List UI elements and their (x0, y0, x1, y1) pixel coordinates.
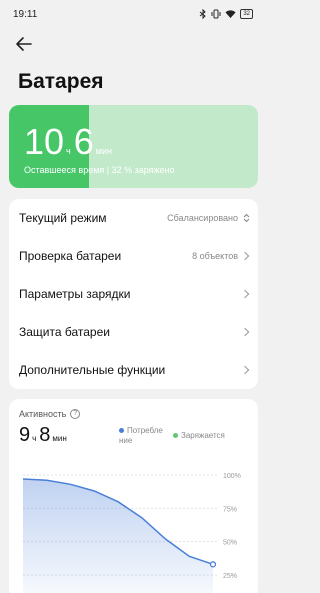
legend-consumption: Потребле ние (119, 426, 165, 446)
row-current-mode[interactable]: Текущий режим Сбалансировано (9, 199, 258, 237)
consumption-area (23, 479, 213, 593)
battery-card[interactable]: 10 ч 6 мин Оставшееся время | 32 % заряж… (9, 105, 258, 188)
activity-time: 9 ч 8 мин (19, 424, 70, 447)
remaining-time: 10 ч 6 мин (24, 123, 115, 161)
bluetooth-icon (200, 9, 207, 19)
status-bar: 19:11 32 (0, 0, 267, 30)
remaining-minutes: 6 (73, 121, 94, 162)
battery-subtitle: Оставшееся время | 32 % заряжено (24, 165, 175, 175)
row-value: Сбалансировано (167, 213, 238, 223)
legend-dot (119, 428, 124, 434)
activity-title: Активность ? (19, 409, 81, 419)
y-tick-label: 25% (223, 573, 237, 580)
chevron-right-icon (240, 327, 250, 337)
row-battery-check[interactable]: Проверка батареи 8 объектов (9, 237, 258, 275)
status-icons: 32 (199, 9, 253, 19)
hours-unit: ч (66, 146, 71, 156)
chevron-right-icon (240, 289, 250, 299)
legend-label: Заряжается (181, 431, 225, 440)
y-tick-label: 100% (223, 473, 241, 480)
activity-minutes-unit: мин (52, 434, 67, 443)
arrow-left-icon (16, 37, 32, 51)
help-icon[interactable]: ? (70, 409, 81, 419)
chevron-right-icon (240, 251, 250, 261)
legend-charging: Заряжается (173, 431, 225, 440)
settings-list: Текущий режим Сбалансировано Проверка ба… (9, 199, 258, 389)
y-tick-label: 75% (223, 506, 237, 513)
row-label: Проверка батареи (19, 249, 122, 263)
legend-dot (173, 433, 178, 439)
chevron-right-icon (240, 365, 250, 375)
row-label: Параметры зарядки (19, 287, 131, 301)
activity-hours: 9 (19, 424, 31, 446)
row-label: Дополнительные функции (19, 363, 166, 377)
activity-chart: 100% 75% 50% 25% (22, 473, 241, 593)
row-charging-params[interactable]: Параметры зарядки (9, 275, 258, 313)
remaining-hours: 10 (24, 121, 65, 162)
row-value: 8 объектов (192, 251, 238, 261)
row-additional-functions[interactable]: Дополнительные функции (9, 351, 258, 389)
vibrate-icon (211, 9, 221, 19)
updown-icon (243, 213, 250, 223)
activity-hours-unit: ч (32, 434, 37, 443)
status-time: 19:11 (13, 9, 38, 20)
activity-title-text: Активность (19, 409, 67, 419)
y-tick-label: 50% (223, 540, 237, 547)
row-label: Текущий режим (19, 211, 107, 225)
activity-minutes: 8 (39, 424, 51, 446)
row-label: Защита батареи (19, 325, 110, 339)
battery-icon: 32 (240, 9, 253, 19)
page-title: Батарея (18, 70, 104, 93)
wifi-icon (225, 9, 236, 18)
current-point (209, 561, 217, 568)
activity-card: Активность ? 9 ч 8 мин Потребле ние Заря… (9, 399, 258, 593)
legend-label: Потребле ние (119, 426, 163, 445)
row-battery-protection[interactable]: Защита батареи (9, 313, 258, 351)
back-button[interactable] (14, 34, 38, 56)
minutes-unit: мин (95, 146, 112, 156)
